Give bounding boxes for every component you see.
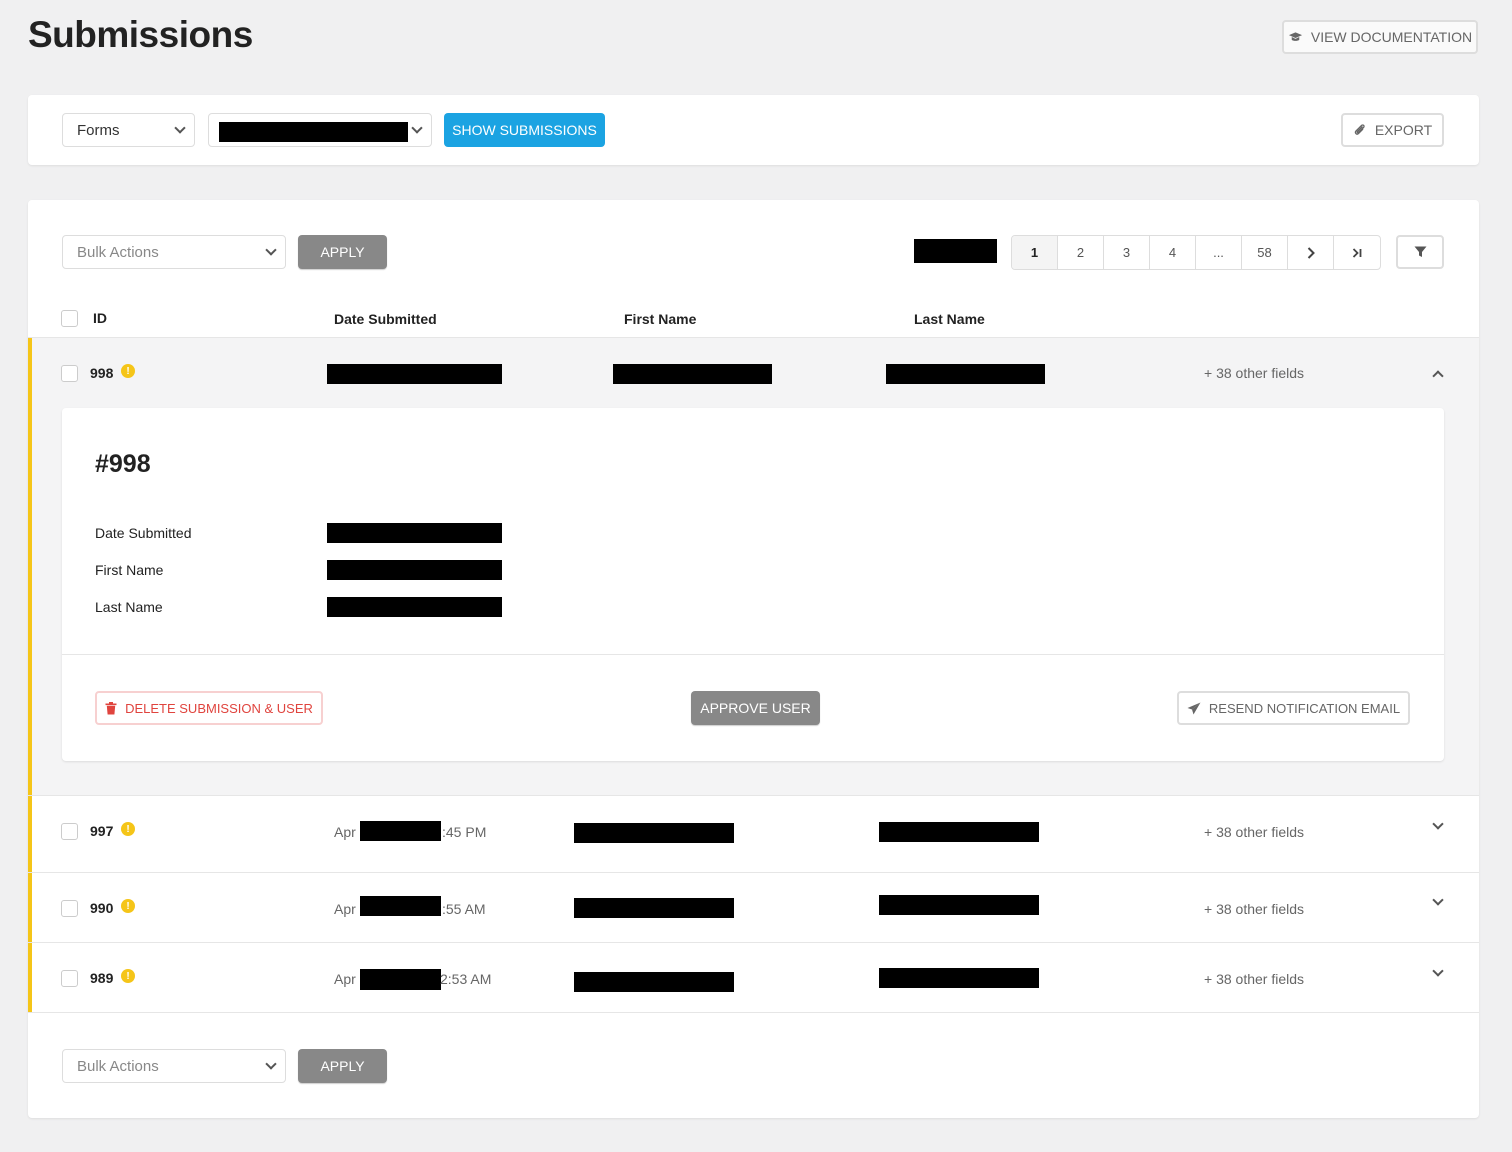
next-page-button[interactable] <box>1288 236 1334 269</box>
redacted-first-name <box>613 364 772 384</box>
form-name-select[interactable] <box>208 113 432 147</box>
redacted-detail-first-name <box>327 560 502 580</box>
warning-icon: ! <box>121 822 135 836</box>
redacted-last-name <box>879 895 1039 915</box>
forms-type-select[interactable]: Forms <box>62 113 195 147</box>
page-ellipsis: ... <box>1196 236 1242 269</box>
chevron-down-icon <box>265 1058 277 1070</box>
redacted-last-name <box>886 364 1045 384</box>
detail-label-date: Date Submitted <box>95 525 192 541</box>
page-1[interactable]: 1 <box>1012 236 1058 269</box>
forms-type-label: Forms <box>77 121 120 139</box>
filter-icon <box>1414 246 1426 257</box>
row-checkbox[interactable] <box>61 365 78 382</box>
column-header-last-name[interactable]: Last Name <box>914 311 985 327</box>
resend-notification-button[interactable]: RESEND NOTIFICATION EMAIL <box>1177 691 1410 725</box>
column-header-id[interactable]: ID <box>93 310 107 326</box>
delete-submission-label: DELETE SUBMISSION & USER <box>125 700 313 716</box>
redacted-last-name <box>879 822 1039 842</box>
export-button[interactable]: EXPORT <box>1341 113 1444 147</box>
filter-button[interactable] <box>1396 235 1444 269</box>
row-checkbox[interactable] <box>61 900 78 917</box>
bulk-actions-select-bottom[interactable]: Bulk Actions <box>62 1049 286 1083</box>
chevron-down-icon <box>411 122 423 134</box>
row-id: 990 <box>90 900 114 916</box>
redacted-date <box>360 821 441 841</box>
column-header-first-name[interactable]: First Name <box>624 311 696 327</box>
redacted-first-name <box>574 972 734 992</box>
expand-row-button[interactable] <box>1432 965 1444 977</box>
warning-icon: ! <box>121 364 135 378</box>
bulk-actions-label: Bulk Actions <box>77 1057 159 1075</box>
date-prefix: Apr <box>334 824 356 840</box>
page-58[interactable]: 58 <box>1242 236 1288 269</box>
apply-button-top[interactable]: APPLY <box>298 235 387 269</box>
column-header-date[interactable]: Date Submitted <box>334 311 437 327</box>
redacted-first-name <box>574 898 734 918</box>
row-id: 998 <box>90 365 114 381</box>
date-suffix: 2:53 AM <box>440 971 492 987</box>
resend-notification-label: RESEND NOTIFICATION EMAIL <box>1208 700 1401 716</box>
row-checkbox[interactable] <box>61 823 78 840</box>
detail-label-last-name: Last Name <box>95 599 163 615</box>
date-suffix: :45 PM <box>442 824 487 840</box>
other-fields-link[interactable]: + 38 other fields <box>1204 971 1304 987</box>
row-id: 989 <box>90 970 114 986</box>
warning-icon: ! <box>121 969 135 983</box>
date-suffix: :55 AM <box>442 901 486 917</box>
redacted-form-name <box>219 122 408 142</box>
divider <box>62 654 1444 655</box>
detail-label-first-name: First Name <box>95 562 164 578</box>
view-documentation-label: VIEW DOCUMENTATION <box>1310 29 1473 45</box>
divider <box>28 1012 1479 1013</box>
redacted-first-name <box>574 823 734 843</box>
chevron-down-icon <box>265 244 277 256</box>
page-2[interactable]: 2 <box>1058 236 1104 269</box>
warning-icon: ! <box>121 899 135 913</box>
last-page-icon <box>1352 247 1361 258</box>
paper-plane-icon <box>1187 702 1201 714</box>
select-all-checkbox[interactable] <box>61 310 78 327</box>
chevron-down-icon <box>174 122 186 134</box>
redacted-date <box>360 896 441 916</box>
other-fields-link[interactable]: + 38 other fields <box>1204 824 1304 840</box>
redacted-detail-date <box>327 523 502 543</box>
other-fields-link[interactable]: + 38 other fields <box>1204 365 1304 381</box>
redacted-date <box>360 969 441 990</box>
delete-submission-button[interactable]: DELETE SUBMISSION & USER <box>95 691 323 725</box>
bulk-actions-select-top[interactable]: Bulk Actions <box>62 235 286 269</box>
pagination: 1 2 3 4 ... 58 <box>1011 235 1381 270</box>
show-submissions-button[interactable]: SHOW SUBMISSIONS <box>444 113 605 147</box>
date-prefix: Apr <box>334 901 356 917</box>
row-checkbox[interactable] <box>61 970 78 987</box>
redacted-date <box>327 364 502 384</box>
apply-button-bottom[interactable]: APPLY <box>298 1049 387 1083</box>
view-documentation-button[interactable]: VIEW DOCUMENTATION <box>1282 20 1478 54</box>
export-label: EXPORT <box>1374 122 1433 138</box>
page-title: Submissions <box>28 14 253 55</box>
other-fields-link[interactable]: + 38 other fields <box>1204 901 1304 917</box>
date-prefix: Apr <box>334 971 356 987</box>
expand-row-button[interactable] <box>1432 818 1444 830</box>
page-3[interactable]: 3 <box>1104 236 1150 269</box>
row-id: 997 <box>90 823 114 839</box>
detail-title: #998 <box>95 450 151 478</box>
collapse-row-button[interactable] <box>1432 368 1444 382</box>
chevron-right-icon <box>1307 246 1315 259</box>
bulk-actions-label: Bulk Actions <box>77 243 159 261</box>
redacted-last-name <box>879 968 1039 988</box>
redacted-count <box>914 239 997 263</box>
approve-user-button[interactable]: APPROVE USER <box>691 691 820 725</box>
page-4[interactable]: 4 <box>1150 236 1196 269</box>
last-page-button[interactable] <box>1334 236 1380 269</box>
trash-icon <box>105 701 117 714</box>
graduation-cap-icon <box>1288 32 1302 41</box>
paperclip-icon <box>1354 124 1365 135</box>
chevron-up-icon <box>1432 370 1444 382</box>
redacted-detail-last-name <box>327 597 502 617</box>
expand-row-button[interactable] <box>1432 894 1444 906</box>
